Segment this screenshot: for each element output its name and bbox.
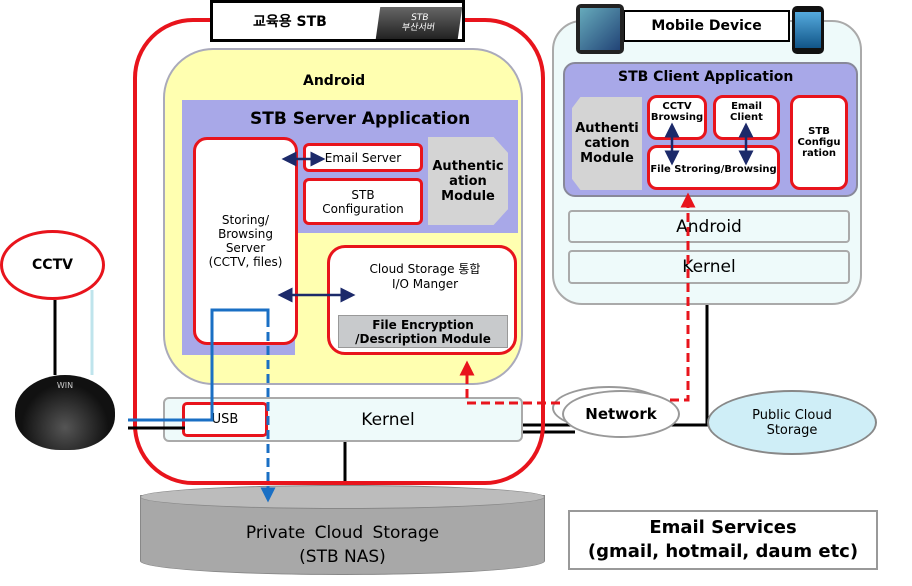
connectors-front — [128, 122, 754, 503]
usb-data-path — [128, 308, 270, 422]
network-to-encryption-dashed — [459, 360, 560, 405]
network-to-client-dashed — [670, 192, 696, 402]
